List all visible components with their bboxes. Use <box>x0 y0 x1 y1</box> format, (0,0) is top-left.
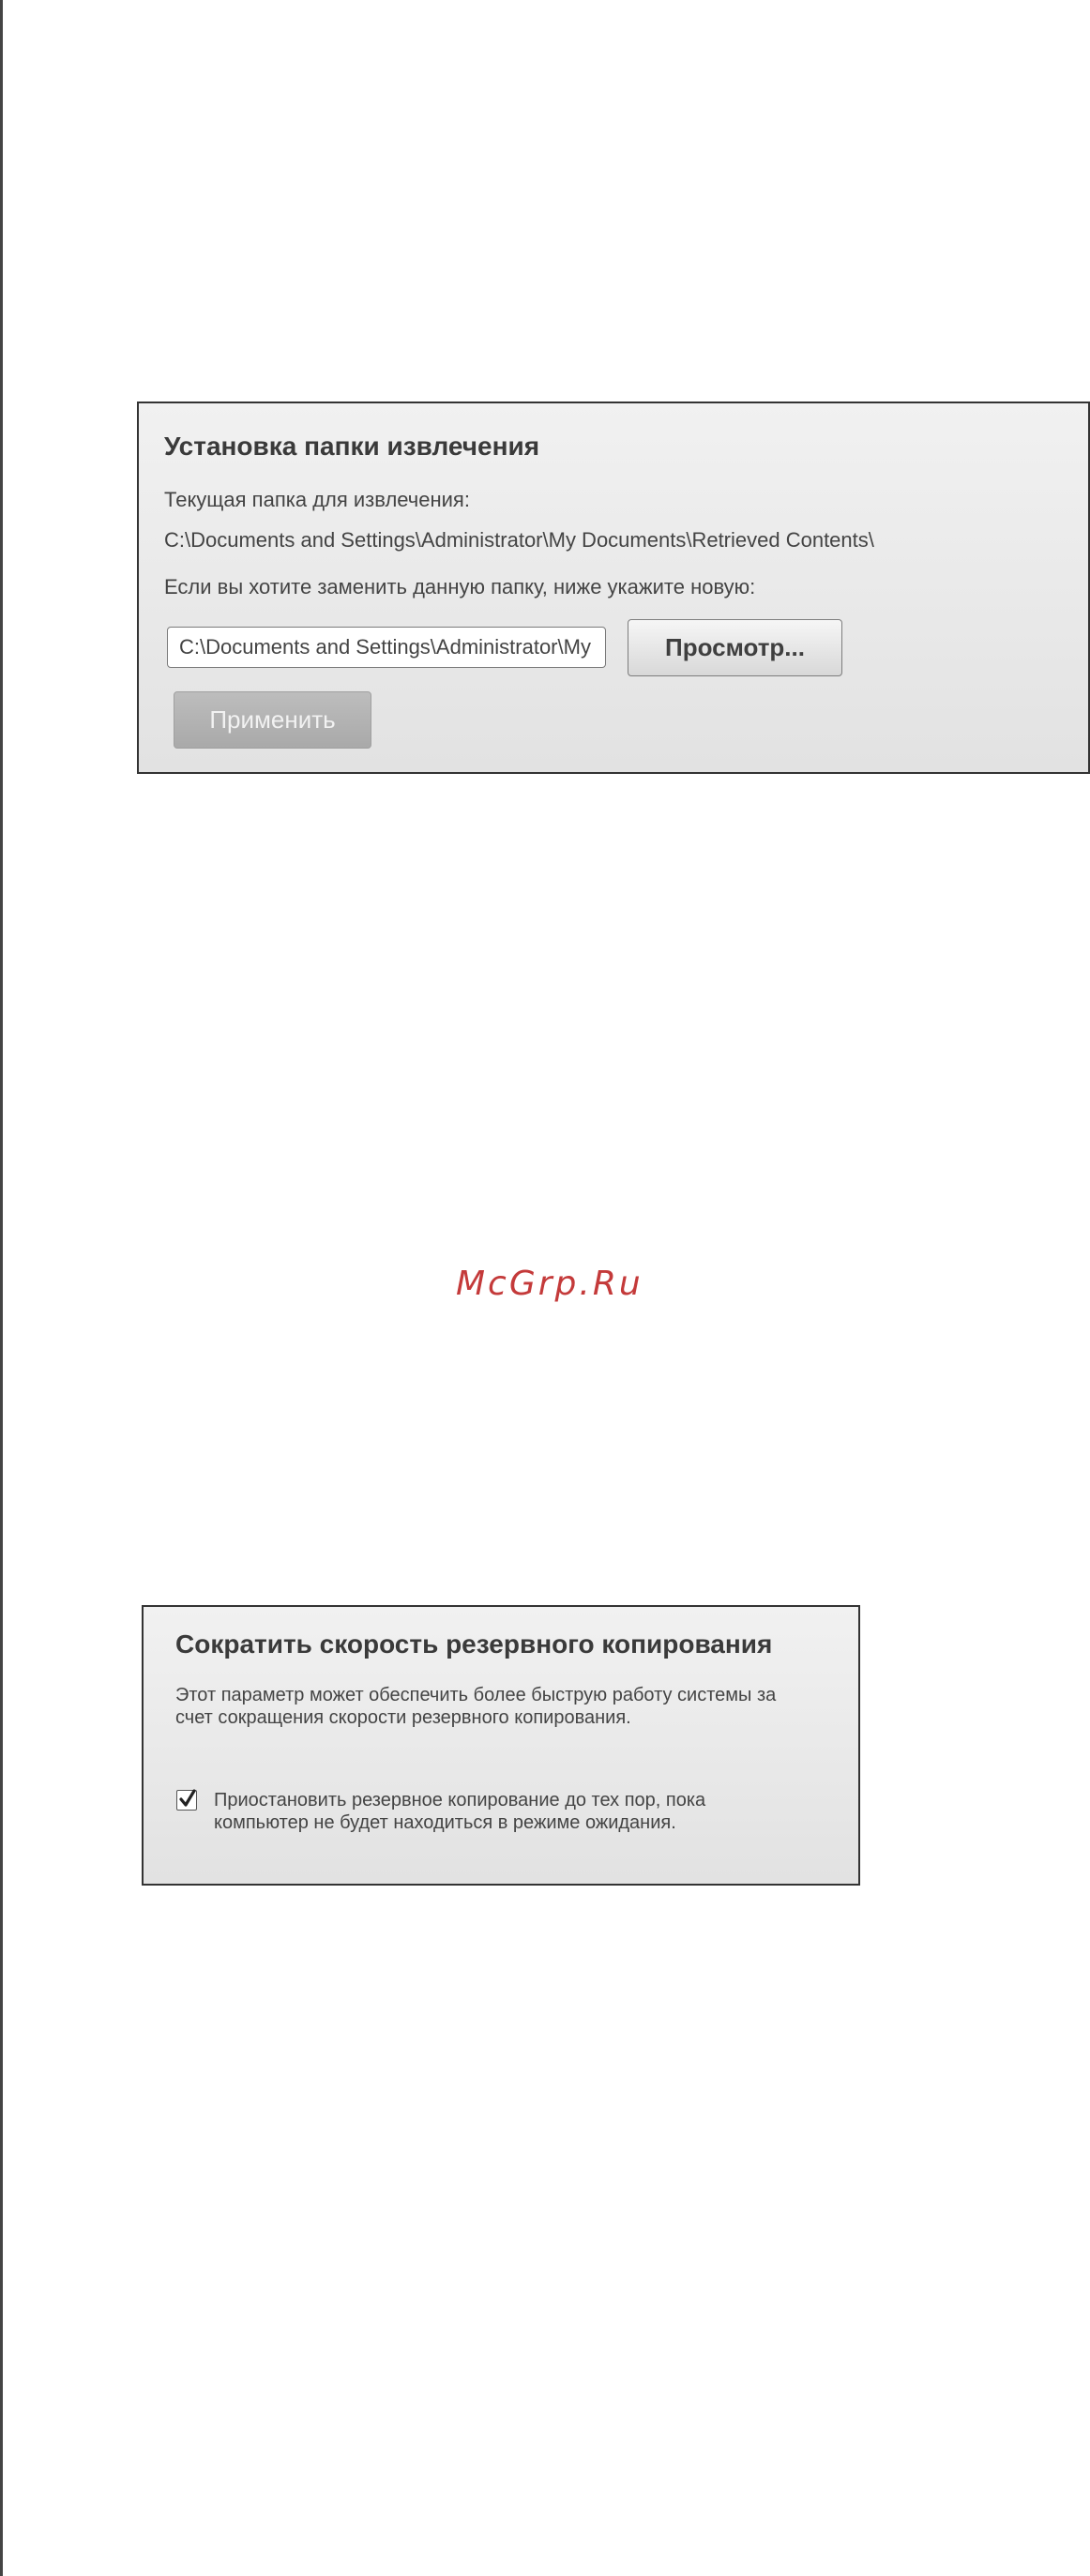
checkmark-icon <box>179 1789 196 1807</box>
extract-folder-title: Установка папки извлечения <box>164 432 540 461</box>
change-folder-prompt: Если вы хотите заменить данную папку, ни… <box>164 575 756 599</box>
throttle-backup-description: Этот параметр может обеспечить более быс… <box>175 1685 777 1728</box>
extract-folder-input[interactable] <box>167 627 606 668</box>
throttle-backup-title: Сократить скорость резервного копировани… <box>175 1629 773 1659</box>
throttle-backup-panel: Сократить скорость резервного копировани… <box>142 1605 860 1886</box>
current-folder-label: Текущая папка для извлечения: <box>164 488 470 511</box>
watermark-text: McGrp.Ru <box>456 1265 643 1303</box>
pause-backup-checkbox[interactable] <box>176 1789 197 1811</box>
current-folder-path: C:\Documents and Settings\Administrator\… <box>164 528 874 552</box>
apply-button[interactable]: Применить <box>174 691 371 749</box>
extract-folder-panel: Установка папки извлечения Текущая папка… <box>137 402 1090 774</box>
page-left-border <box>0 0 3 2576</box>
pause-backup-checkbox-label[interactable]: Приостановить резервное копирование до т… <box>214 1789 786 1834</box>
browse-button[interactable]: Просмотр... <box>628 619 842 676</box>
